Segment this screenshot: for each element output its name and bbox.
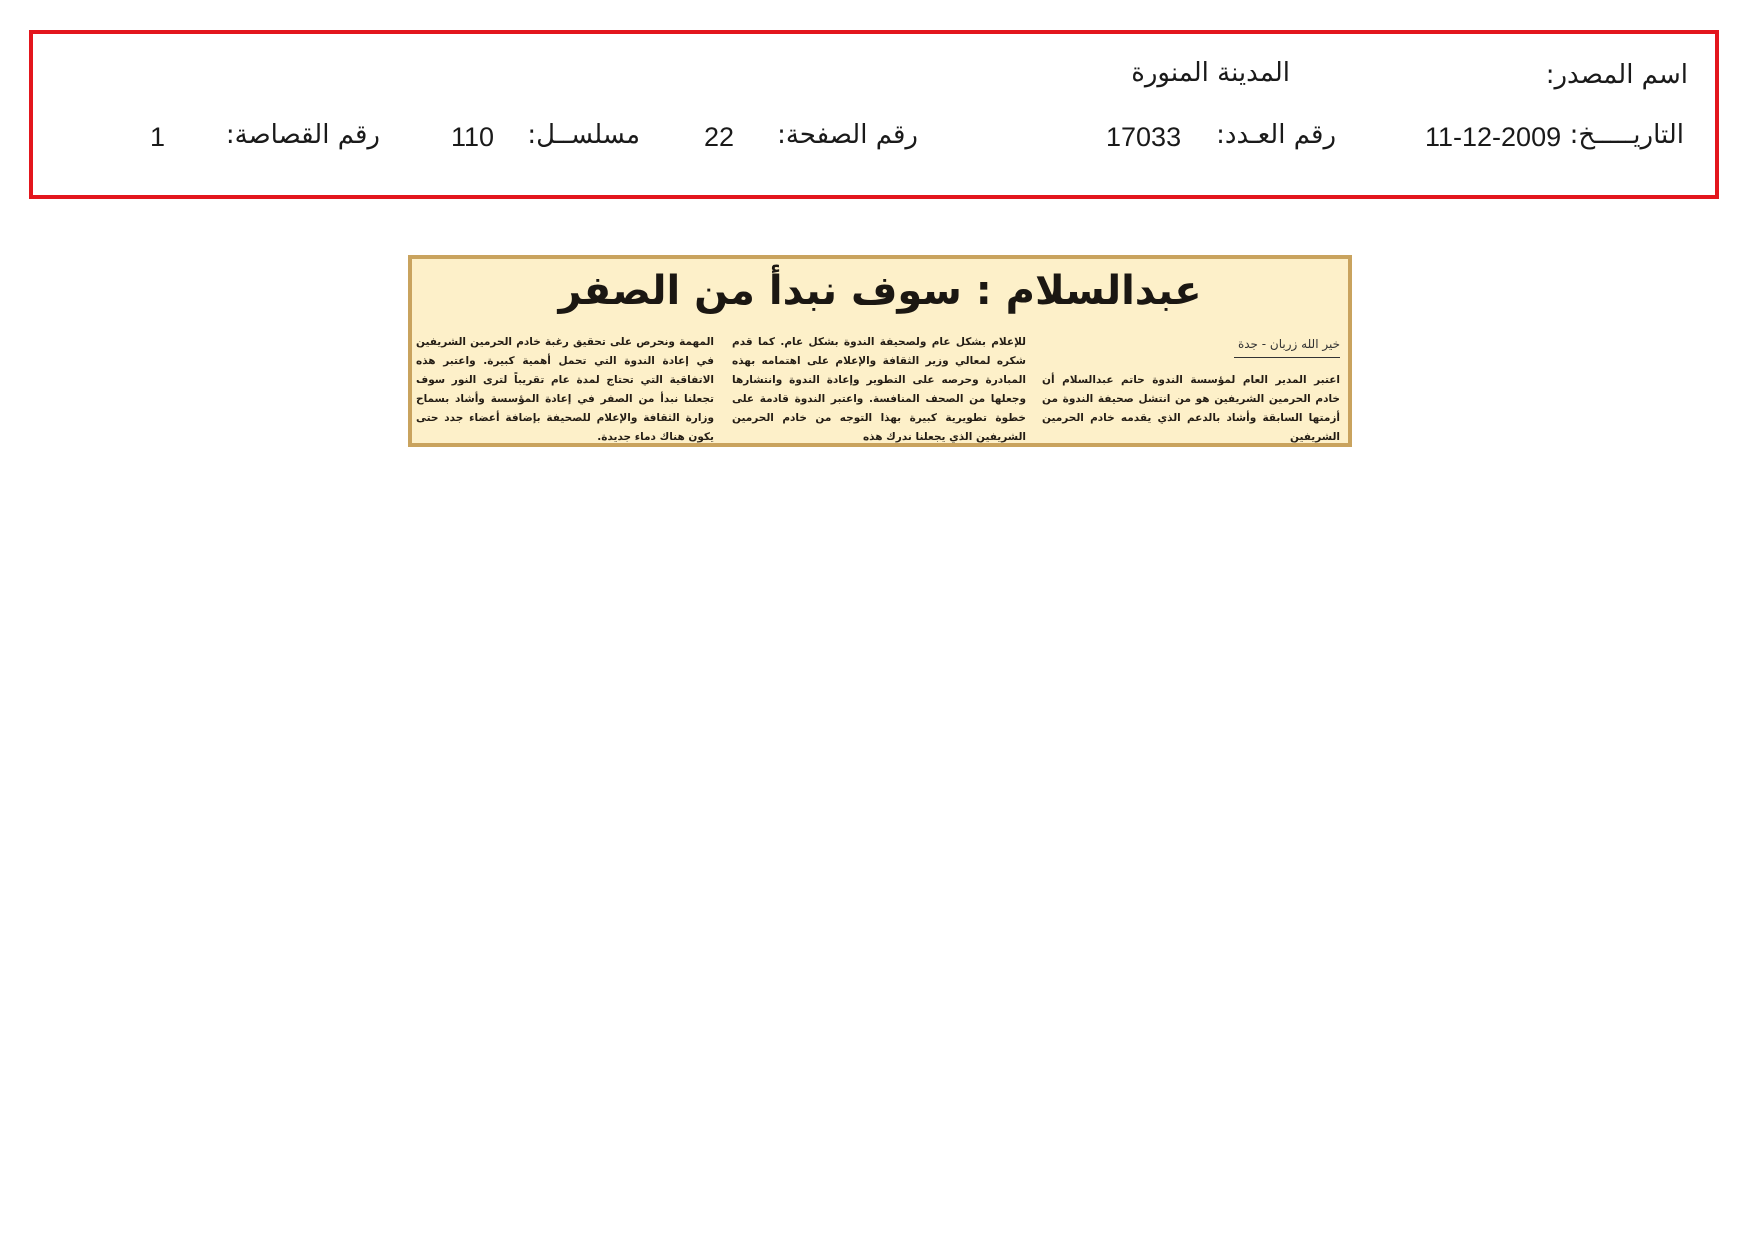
issue-number-label: رقم العـدد:: [1216, 120, 1336, 150]
clip-number-value: 1: [150, 122, 166, 152]
serial-value: 110: [451, 122, 495, 152]
article-column-2: للإعلام بشكل عام ولصحيفة الندوة بشكل عام…: [732, 336, 1026, 443]
serial-label: مسلســل:: [527, 120, 640, 150]
page-number-value: 22: [704, 122, 735, 152]
page-number-label: رقم الصفحة:: [777, 120, 918, 150]
source-label: اسم المصدر:: [1545, 60, 1688, 90]
clip-number-label: رقم القصاصة:: [225, 120, 380, 150]
clipping-metadata-box: [29, 30, 1719, 199]
article-byline: خير الله زربان - جدة: [1234, 337, 1340, 358]
date-value: 11-12-2009: [1425, 122, 1562, 152]
date-label: التاريـــــخ:: [1569, 120, 1684, 150]
issue-number-value: 17033: [1106, 122, 1182, 152]
article-column-3: المهمة ونحرص على تحقيق رغبة خادم الحرمين…: [416, 336, 714, 443]
article-column-1: اعتبر المدير العام لمؤسسة الندوة حاتم عب…: [1042, 374, 1340, 443]
article-headline: عبدالسلام : سوف نبدأ من الصفر: [558, 268, 1202, 314]
newspaper-clipping: عبدالسلام : سوف نبدأ من الصفر خير الله ز…: [408, 255, 1352, 447]
source-value: المدينة المنورة: [1131, 58, 1290, 88]
